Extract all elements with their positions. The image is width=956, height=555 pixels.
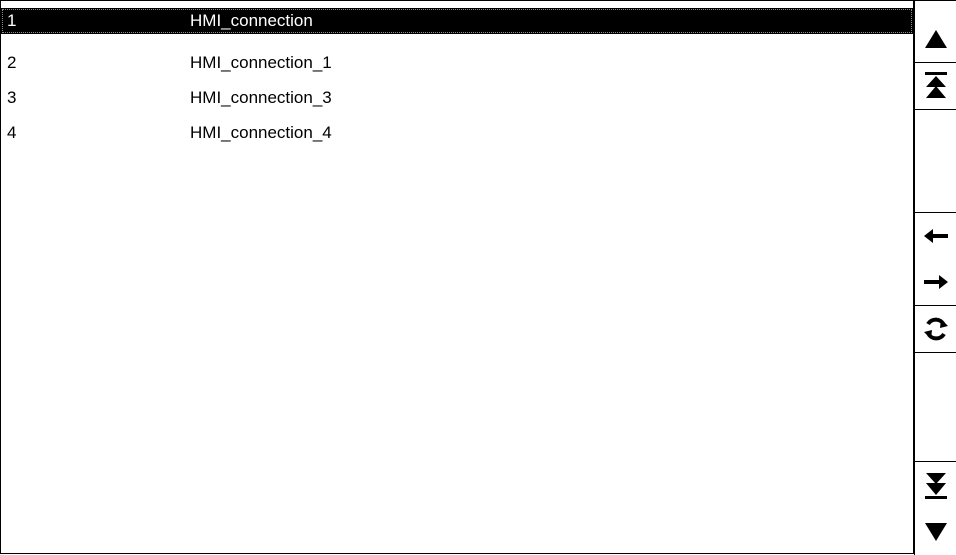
next-button[interactable] <box>915 259 956 306</box>
navigation-bar <box>914 0 956 555</box>
scroll-top-button[interactable] <box>915 63 956 110</box>
refresh-icon <box>923 317 948 341</box>
row-number: 2 <box>7 53 17 72</box>
connection-name: HMI_connection <box>190 11 313 30</box>
row-number: 4 <box>7 123 17 142</box>
previous-button[interactable] <box>915 212 956 260</box>
connection-name: HMI_connection_3 <box>190 88 332 107</box>
scroll-up-button[interactable] <box>915 16 956 63</box>
double-arrow-down-icon <box>924 473 947 499</box>
refresh-button[interactable] <box>915 306 956 353</box>
row-number: 1 <box>7 11 17 30</box>
connection-list[interactable]: 1 HMI_connection 2 HMI_connection_1 3 HM… <box>0 0 914 554</box>
scroll-down-button[interactable] <box>915 508 956 555</box>
scroll-bottom-button[interactable] <box>915 461 956 509</box>
list-row[interactable]: 1 HMI_connection <box>1 8 913 34</box>
arrow-down-icon <box>924 522 947 541</box>
connection-name: HMI_connection_4 <box>190 123 332 142</box>
connection-name: HMI_connection_1 <box>190 53 332 72</box>
list-row[interactable]: 2 HMI_connection_1 <box>1 50 913 76</box>
row-number: 3 <box>7 88 17 107</box>
arrow-right-icon <box>923 275 948 289</box>
double-arrow-up-icon <box>924 72 947 98</box>
arrow-up-icon <box>924 30 947 48</box>
list-row[interactable]: 4 HMI_connection_4 <box>1 120 913 146</box>
arrow-left-icon <box>923 229 948 243</box>
list-row[interactable]: 3 HMI_connection_3 <box>1 85 913 111</box>
